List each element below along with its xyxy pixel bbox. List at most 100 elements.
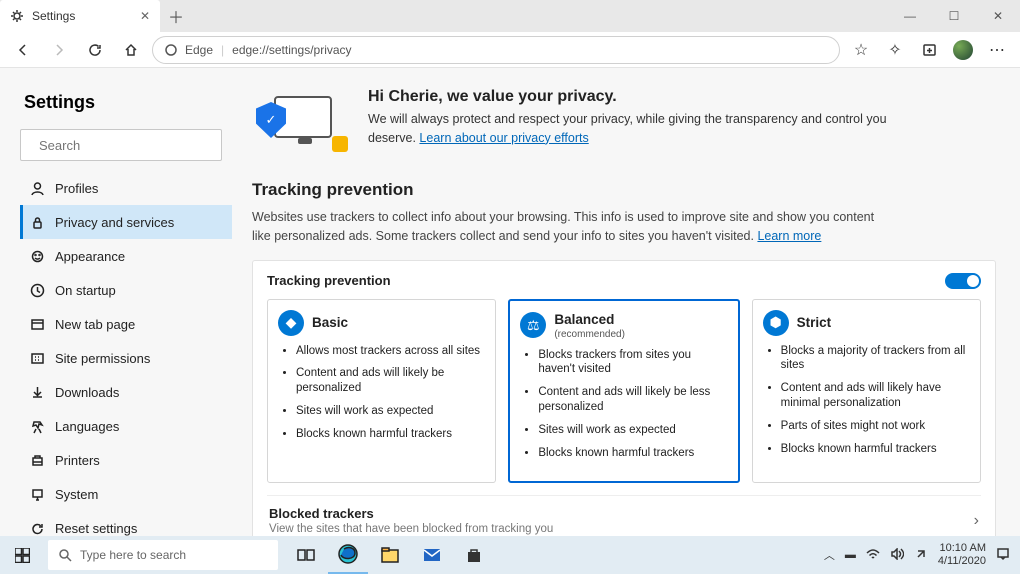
sidebar-item-languages[interactable]: Languages bbox=[20, 409, 232, 443]
privacy-illustration: ✓ bbox=[252, 88, 352, 158]
edge-icon bbox=[165, 44, 177, 56]
sidebar-icon bbox=[30, 487, 45, 502]
tray-clock[interactable]: 10:10 AM 4/11/2020 bbox=[938, 542, 986, 567]
tracking-level-basic[interactable]: ◆ Basic Allows most trackers across all si… bbox=[267, 299, 496, 484]
sidebar-item-site-permissions[interactable]: Site permissions bbox=[20, 341, 232, 375]
level-name: Balanced bbox=[554, 312, 614, 327]
sidebar-item-printers[interactable]: Printers bbox=[20, 443, 232, 477]
collections-button[interactable] bbox=[914, 35, 944, 65]
start-button[interactable] bbox=[0, 548, 44, 563]
window-close-button[interactable]: ✕ bbox=[976, 0, 1020, 32]
level-name: Basic bbox=[312, 315, 348, 330]
level-bullet: Content and ads will likely be personali… bbox=[296, 366, 485, 396]
window-maximize-button[interactable]: ☐ bbox=[932, 0, 976, 32]
tracking-card-label: Tracking prevention bbox=[267, 273, 391, 288]
chevron-right-icon: › bbox=[974, 512, 979, 530]
sidebar-icon bbox=[30, 215, 45, 230]
taskbar-mail-icon[interactable] bbox=[412, 536, 452, 574]
sidebar-icon bbox=[30, 385, 45, 400]
sidebar-icon bbox=[30, 283, 45, 298]
tracking-prevention-card: Tracking prevention ◆ Basic Allows most tr… bbox=[252, 260, 996, 537]
taskbar-search-placeholder: Type here to search bbox=[80, 548, 186, 562]
gear-icon bbox=[10, 9, 24, 23]
tracking-level-strict[interactable]: ⬢StrictBlocks a majority of trackers fro… bbox=[752, 299, 981, 484]
tray-wifi-icon[interactable] bbox=[866, 548, 880, 563]
address-prefix: Edge bbox=[185, 43, 213, 57]
blocked-trackers-title: Blocked trackers bbox=[269, 506, 553, 521]
sidebar-icon bbox=[30, 317, 45, 332]
favorite-button[interactable]: ☆ bbox=[846, 35, 876, 65]
titlebar: Settings ✕ ＋ ― ☐ ✕ bbox=[0, 0, 1020, 32]
more-button[interactable]: ⋯ bbox=[982, 35, 1012, 65]
tab-title: Settings bbox=[32, 9, 75, 23]
window-minimize-button[interactable]: ― bbox=[888, 0, 932, 32]
favorites-bar-button[interactable]: ✧ bbox=[880, 35, 910, 65]
refresh-button[interactable] bbox=[80, 35, 110, 65]
sidebar-icon bbox=[30, 181, 45, 196]
address-bar[interactable]: Edge | edge://settings/privacy bbox=[152, 36, 840, 64]
level-bullet: Blocks a majority of trackers from all s… bbox=[781, 344, 970, 374]
level-icon: ◆ bbox=[278, 310, 304, 336]
home-button[interactable] bbox=[116, 35, 146, 65]
level-bullet: Sites will work as expected bbox=[296, 404, 485, 419]
sidebar-item-downloads[interactable]: Downloads bbox=[20, 375, 232, 409]
settings-content: ✓ Hi Cherie, we value your privacy. We w… bbox=[240, 68, 1020, 536]
sidebar-item-label: On startup bbox=[55, 283, 116, 298]
sidebar-item-label: Downloads bbox=[55, 385, 119, 400]
sidebar-item-label: Privacy and services bbox=[55, 215, 174, 230]
forward-button bbox=[44, 35, 74, 65]
tray-battery-icon[interactable]: ▬ bbox=[845, 549, 856, 561]
back-button[interactable] bbox=[8, 35, 38, 65]
blocked-trackers-sub: View the sites that have been blocked fr… bbox=[269, 523, 553, 535]
level-icon: ⚖ bbox=[520, 312, 546, 338]
taskbar-edge-icon[interactable] bbox=[328, 536, 368, 574]
tab-close-icon[interactable]: ✕ bbox=[140, 9, 150, 23]
settings-heading: Settings bbox=[20, 92, 240, 113]
tracking-toggle[interactable] bbox=[945, 273, 981, 289]
level-sub: (recommended) bbox=[554, 329, 625, 340]
sidebar-icon bbox=[30, 419, 45, 434]
taskbar-store-icon[interactable] bbox=[454, 536, 494, 574]
blocked-trackers-row[interactable]: Blocked trackers View the sites that hav… bbox=[267, 495, 981, 536]
sidebar-item-system[interactable]: System bbox=[20, 477, 232, 511]
sidebar-item-privacy-and-services[interactable]: Privacy and services bbox=[20, 205, 232, 239]
tray-date: 4/11/2020 bbox=[938, 555, 986, 568]
tray-chevron-icon[interactable]: ︿ bbox=[824, 547, 835, 563]
level-bullet: Blocks known harmful trackers bbox=[781, 442, 970, 457]
sidebar-item-profiles[interactable]: Profiles bbox=[20, 171, 232, 205]
sidebar-item-label: Languages bbox=[55, 419, 119, 434]
level-bullet: Allows most trackers across all sites bbox=[296, 344, 485, 359]
tray-input-icon[interactable] bbox=[914, 547, 928, 564]
taskbar-explorer-icon[interactable] bbox=[370, 536, 410, 574]
search-input[interactable] bbox=[39, 138, 215, 153]
settings-search[interactable] bbox=[20, 129, 222, 161]
privacy-efforts-link[interactable]: Learn about our privacy efforts bbox=[419, 131, 588, 145]
tracking-learn-more-link[interactable]: Learn more bbox=[757, 229, 821, 243]
sidebar-item-on-startup[interactable]: On startup bbox=[20, 273, 232, 307]
tray-sound-icon[interactable] bbox=[890, 548, 904, 563]
browser-tab[interactable]: Settings ✕ bbox=[0, 0, 160, 32]
new-tab-button[interactable]: ＋ bbox=[160, 0, 192, 32]
sidebar-item-reset-settings[interactable]: Reset settings bbox=[20, 511, 232, 536]
level-bullet: Parts of sites might not work bbox=[781, 419, 970, 434]
tray-notifications-icon[interactable] bbox=[996, 547, 1010, 564]
level-bullet: Blocks known harmful trackers bbox=[296, 427, 485, 442]
sidebar-icon bbox=[30, 521, 45, 536]
level-bullet: Content and ads will likely be less pers… bbox=[538, 385, 727, 415]
settings-sidebar: Settings Profiles Privacy and services App… bbox=[0, 68, 240, 536]
sidebar-item-label: New tab page bbox=[55, 317, 135, 332]
taskbar-search[interactable]: Type here to search bbox=[48, 540, 278, 570]
level-bullet: Blocks known harmful trackers bbox=[538, 446, 727, 461]
sidebar-item-new-tab-page[interactable]: New tab page bbox=[20, 307, 232, 341]
level-bullet: Blocks trackers from sites you haven't v… bbox=[538, 348, 727, 378]
task-view-button[interactable] bbox=[286, 536, 326, 574]
sidebar-icon bbox=[30, 249, 45, 264]
browser-toolbar: Edge | edge://settings/privacy ☆ ✧ ⋯ bbox=[0, 32, 1020, 68]
windows-icon bbox=[15, 548, 30, 563]
tracking-level-balanced[interactable]: ⚖ Balanced (recommended) Blocks trackers fr… bbox=[508, 299, 739, 484]
tracking-prevention-desc: Websites use trackers to collect info ab… bbox=[252, 208, 892, 246]
search-icon bbox=[58, 548, 72, 562]
sidebar-item-appearance[interactable]: Appearance bbox=[20, 239, 232, 273]
profile-avatar[interactable] bbox=[948, 35, 978, 65]
sidebar-item-label: Printers bbox=[55, 453, 100, 468]
